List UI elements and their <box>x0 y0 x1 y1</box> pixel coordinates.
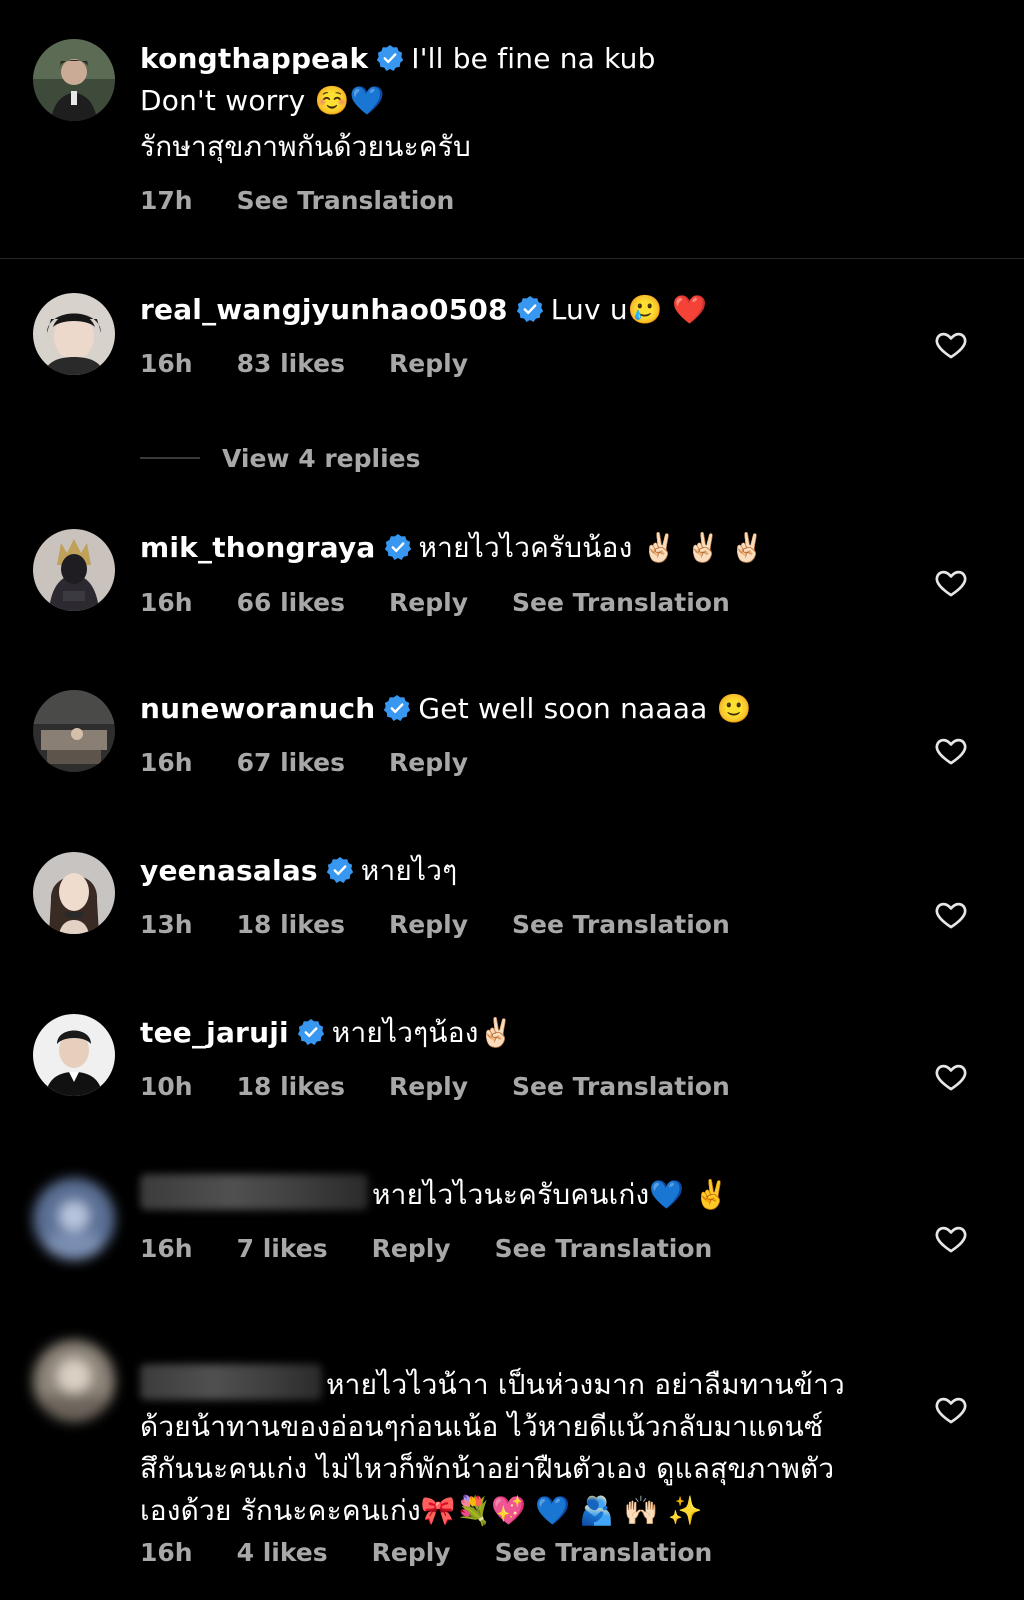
heart-outline-icon[interactable] <box>934 1060 968 1094</box>
verified-badge-icon <box>326 856 354 884</box>
comment-text: สึกันนะคนเก่ง ไม่ไหวก็พักน้าอย่าฝืนตัวเอ… <box>140 1452 835 1485</box>
heart-outline-icon[interactable] <box>934 1393 968 1427</box>
see-translation-button[interactable]: See Translation <box>237 186 455 215</box>
see-translation-button[interactable]: See Translation <box>512 588 730 617</box>
avatar[interactable] <box>33 293 115 375</box>
verified-badge-icon <box>384 533 412 561</box>
comment-text: Luv u🥲 ❤️ <box>550 293 708 326</box>
caption-timestamp: 17h <box>140 186 193 215</box>
comment-text: เองด้วย รักนะคะคนเก่ง🎀💐💖 💙 🫂 🙌🏻 ✨ <box>140 1494 703 1527</box>
avatar[interactable] <box>33 852 115 934</box>
reply-button[interactable]: Reply <box>372 1538 451 1567</box>
caption-text: Don't worry ☺️💙 <box>140 84 385 117</box>
likes-count[interactable]: 18 likes <box>237 910 345 939</box>
likes-count[interactable]: 66 likes <box>237 588 345 617</box>
reply-button[interactable]: Reply <box>389 748 468 777</box>
heart-outline-icon[interactable] <box>934 1222 968 1256</box>
verified-badge-icon <box>383 694 411 722</box>
comment-timestamp: 16h <box>140 349 193 378</box>
comment-text: Get well soon naaaa 🙂 <box>418 692 752 725</box>
likes-count[interactable]: 67 likes <box>237 748 345 777</box>
comment-timestamp: 16h <box>140 1538 193 1567</box>
likes-count[interactable]: 18 likes <box>237 1072 345 1101</box>
comment-timestamp: 16h <box>140 588 193 617</box>
comment-username[interactable]: yeenasalas <box>140 854 318 887</box>
view-replies-label: View 4 replies <box>222 444 421 473</box>
reply-button[interactable]: Reply <box>389 588 468 617</box>
comment-username[interactable]: tee_jaruji <box>140 1016 289 1049</box>
caption-username[interactable]: kongthappeak <box>140 42 368 75</box>
reply-button[interactable]: Reply <box>389 1072 468 1101</box>
see-translation-button[interactable]: See Translation <box>512 910 730 939</box>
reply-button[interactable]: Reply <box>372 1234 451 1263</box>
comment-timestamp: 16h <box>140 1234 193 1263</box>
replies-divider <box>140 457 200 459</box>
likes-count[interactable]: 83 likes <box>237 349 345 378</box>
comment-text: หายไวไวน้าา เป็นห่วงมาก อย่าลืมทานข้าว <box>326 1368 845 1401</box>
likes-count[interactable]: 4 likes <box>237 1538 328 1567</box>
comment-text: หายไวๆน้อง✌🏻 <box>331 1016 514 1049</box>
reply-button[interactable]: Reply <box>389 349 468 378</box>
see-translation-button[interactable]: See Translation <box>495 1234 713 1263</box>
comment-timestamp: 16h <box>140 748 193 777</box>
comment-timestamp: 10h <box>140 1072 193 1101</box>
comment-username[interactable]: real_wangjyunhao0508 <box>140 293 508 326</box>
post-caption: kongthappeak I'll be fine na kub Don't wo… <box>0 0 1024 259</box>
comment-username[interactable]: nuneworanuch <box>140 692 375 725</box>
blurred-username[interactable] <box>140 1174 368 1210</box>
comment-username[interactable]: mik_thongraya <box>140 531 376 564</box>
heart-outline-icon[interactable] <box>934 566 968 600</box>
caption-text: รักษาสุขภาพกันด้วยนะครับ <box>140 130 471 163</box>
verified-badge-icon <box>297 1018 325 1046</box>
see-translation-button[interactable]: See Translation <box>495 1538 713 1567</box>
heart-outline-icon[interactable] <box>934 898 968 932</box>
comment-text: ด้วยน้าทานของอ่อนๆก่อนเน้อ ไว้หายดีแน้วก… <box>140 1410 824 1443</box>
verified-badge-icon <box>516 295 544 323</box>
avatar[interactable] <box>33 1178 115 1260</box>
comment-timestamp: 13h <box>140 910 193 939</box>
heart-outline-icon[interactable] <box>934 328 968 362</box>
comment-text: หายไวไวครับน้อง ✌🏻 ✌🏻 ✌🏻 <box>418 531 765 564</box>
avatar[interactable] <box>33 39 115 121</box>
verified-badge-icon <box>376 44 404 72</box>
see-translation-button[interactable]: See Translation <box>512 1072 730 1101</box>
caption-text: I'll be fine na kub <box>411 42 656 75</box>
heart-outline-icon[interactable] <box>934 734 968 768</box>
avatar[interactable] <box>33 529 115 611</box>
blurred-username[interactable] <box>140 1364 322 1400</box>
avatar[interactable] <box>33 1340 115 1422</box>
comment-text: หายไวไวนะครับคนเก่ง💙 ✌️ <box>372 1178 729 1211</box>
avatar[interactable] <box>33 1014 115 1096</box>
avatar[interactable] <box>33 690 115 772</box>
view-replies-button[interactable]: View 4 replies <box>140 444 421 473</box>
reply-button[interactable]: Reply <box>389 910 468 939</box>
comment-text: หายไวๆ <box>360 854 458 887</box>
likes-count[interactable]: 7 likes <box>237 1234 328 1263</box>
